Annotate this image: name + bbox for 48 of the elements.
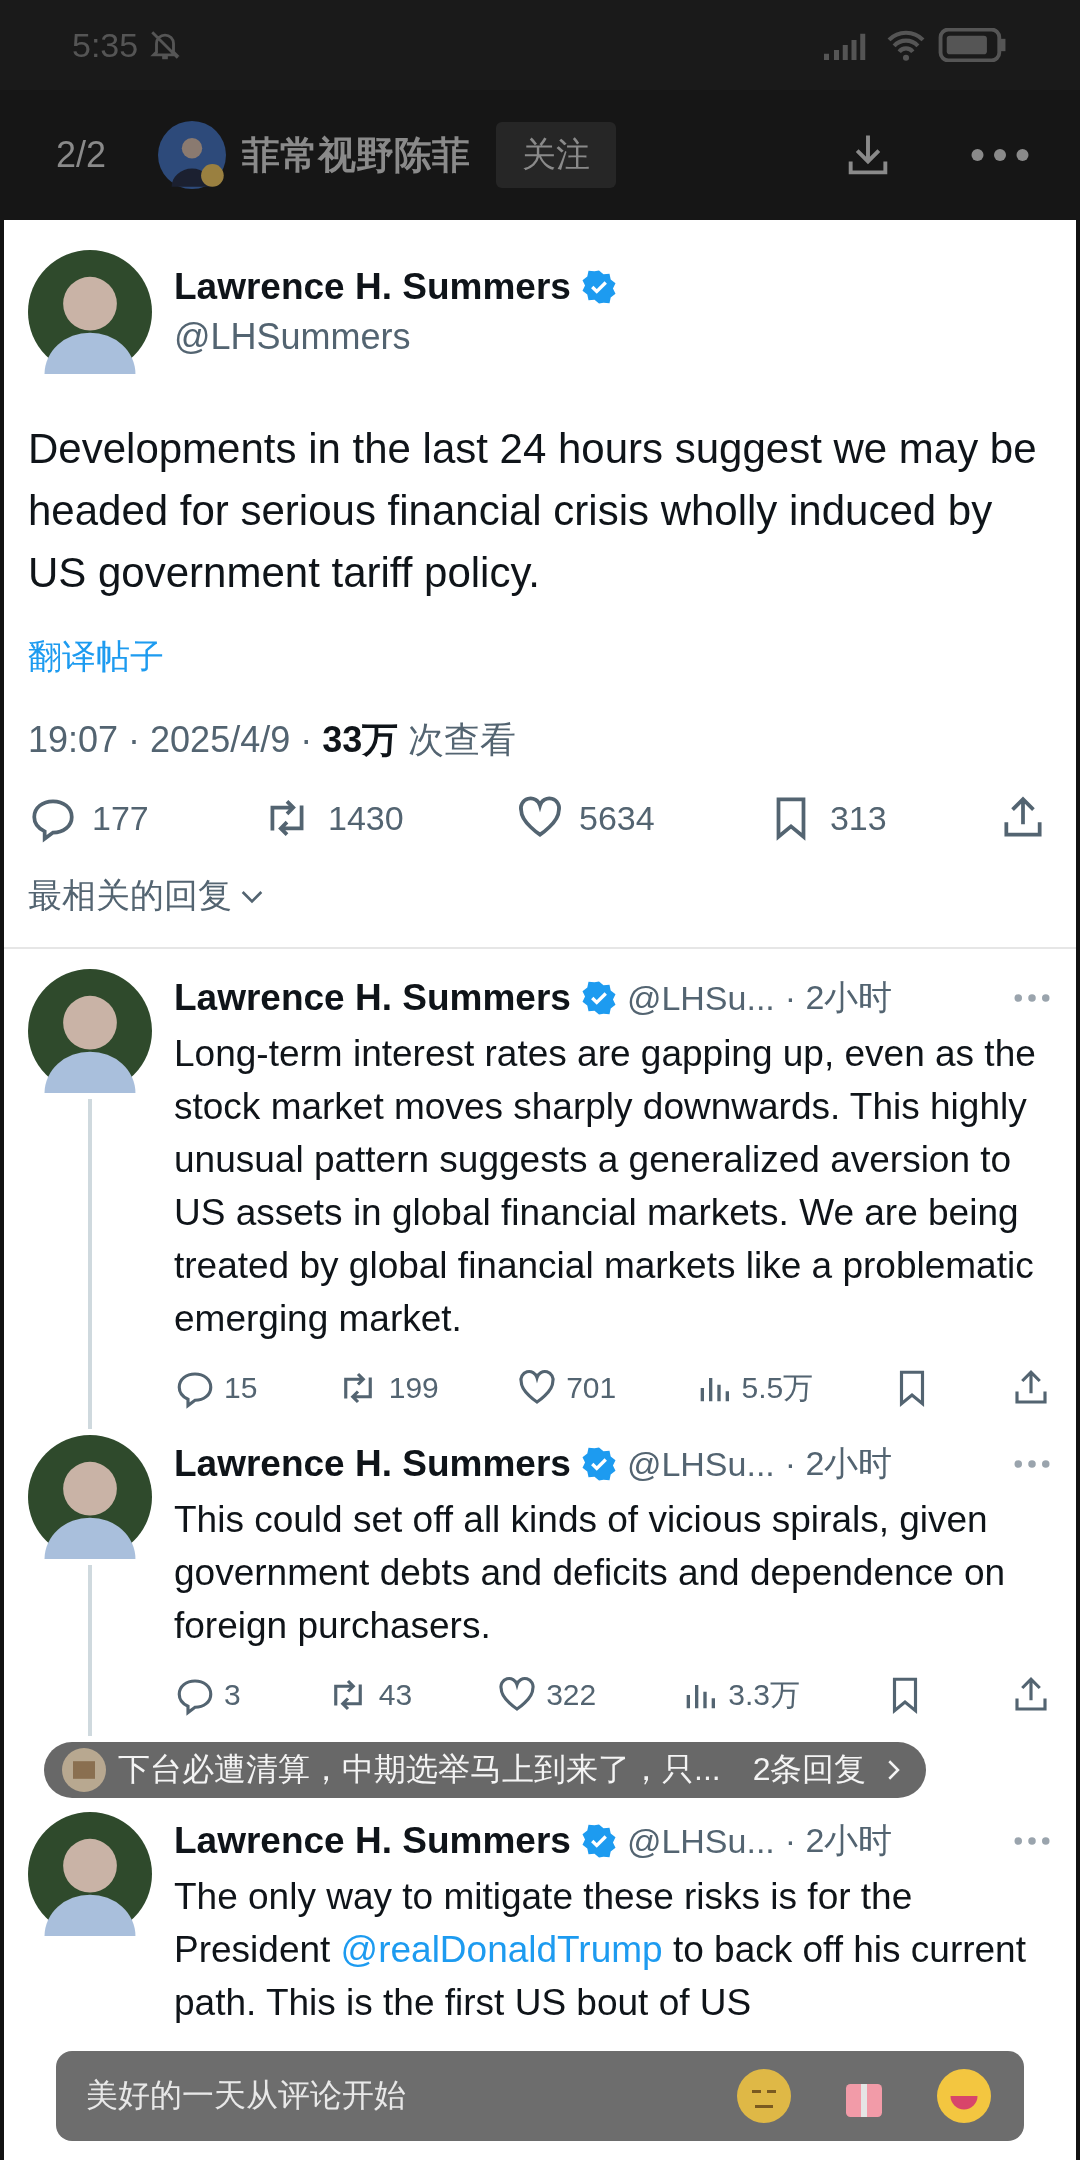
status-time: 5:35 (72, 25, 139, 65)
author-name[interactable]: Lawrence H. Summers (174, 1443, 571, 1485)
battery-icon (938, 28, 1008, 62)
more-icon[interactable] (970, 147, 1030, 163)
avatar-icon[interactable] (28, 969, 152, 1093)
emoji-icon[interactable] (934, 2066, 994, 2126)
avatar-icon[interactable] (28, 250, 152, 374)
like-count: 5634 (579, 798, 655, 838)
author-handle[interactable]: @LHSu... (626, 1444, 775, 1484)
like-count: 322 (546, 1678, 597, 1712)
bookmark-count: 313 (829, 798, 887, 838)
author-name[interactable]: Lawrence H. Summers (174, 1820, 571, 1862)
follow-button[interactable]: 关注 (496, 122, 617, 188)
post-time: · 2小时 (784, 1820, 893, 1861)
reply-count: 15 (224, 1371, 258, 1405)
avatar-icon[interactable] (28, 1812, 152, 1936)
reply-text: The only way to mitigate these risks is for the President @realDonaldTrump to back off his current path. This is the first US bout of US (174, 1875, 1027, 2025)
tweet-text: Developments in the last 24 hours suggest we may be headed for serious financial crisis wholly induced by US government tariff policy. (28, 424, 1038, 598)
author-handle[interactable]: @LHSu... (626, 1821, 775, 1861)
author-name[interactable]: Lawrence H. Summers (174, 266, 571, 308)
reply-text: This could set off all kinds of vicious spirals, given government debts and deficits and dependence on foreign purchasers. (174, 1498, 1007, 1648)
post-time: · 2小时 (784, 977, 893, 1018)
reply-count-link[interactable]: 2条回复 (752, 1748, 867, 1792)
reply-count: 177 (92, 798, 149, 838)
view-count: 3.3万 (728, 1676, 800, 1713)
author-handle[interactable]: @LHSu... (626, 978, 775, 1018)
comment-preview[interactable]: 下台必遭清算，中期选举马上到来了，只... 2条回复 (44, 1742, 927, 1798)
repost-count: 43 (378, 1678, 413, 1712)
view-count: 5.5万 (741, 1369, 814, 1406)
account-name[interactable]: 菲常视野陈菲 (242, 129, 471, 181)
like-count: 701 (566, 1371, 617, 1405)
repost-count: 199 (388, 1371, 439, 1405)
comment-placeholder: 美好的一天从评论开始 (86, 2076, 406, 2115)
page-counter: 2/2 (56, 134, 107, 176)
comment-text: 下台必遭清算，中期选举马上到来了，只... (118, 1750, 721, 1789)
comment-input[interactable]: 美好的一天从评论开始 (56, 2051, 1024, 2141)
avatar-icon (62, 1748, 106, 1792)
emoji-icon[interactable] (734, 2066, 794, 2126)
reply-text: Long-term interest rates are gapping up, even as the stock market moves sharply downwards. This highly unusual pattern suggests a generalized aversion to US assets in global financial markets. We are being treated by global financial markets like a problematic emerging market. (174, 1032, 1037, 1341)
reply-count: 3 (224, 1678, 241, 1712)
replies-sort-label[interactable]: 最相关的回复 (28, 873, 232, 919)
post-time: · 2小时 (784, 1443, 893, 1484)
tweet-meta: 19:07 · 2025/4/9 · 33万 次查看 (28, 718, 518, 762)
repost-count: 1430 (328, 798, 404, 838)
author-name[interactable]: Lawrence H. Summers (174, 977, 571, 1019)
author-handle[interactable]: @LHSummers (174, 316, 617, 358)
avatar-icon[interactable] (158, 121, 227, 189)
avatar-icon[interactable] (28, 1435, 152, 1559)
